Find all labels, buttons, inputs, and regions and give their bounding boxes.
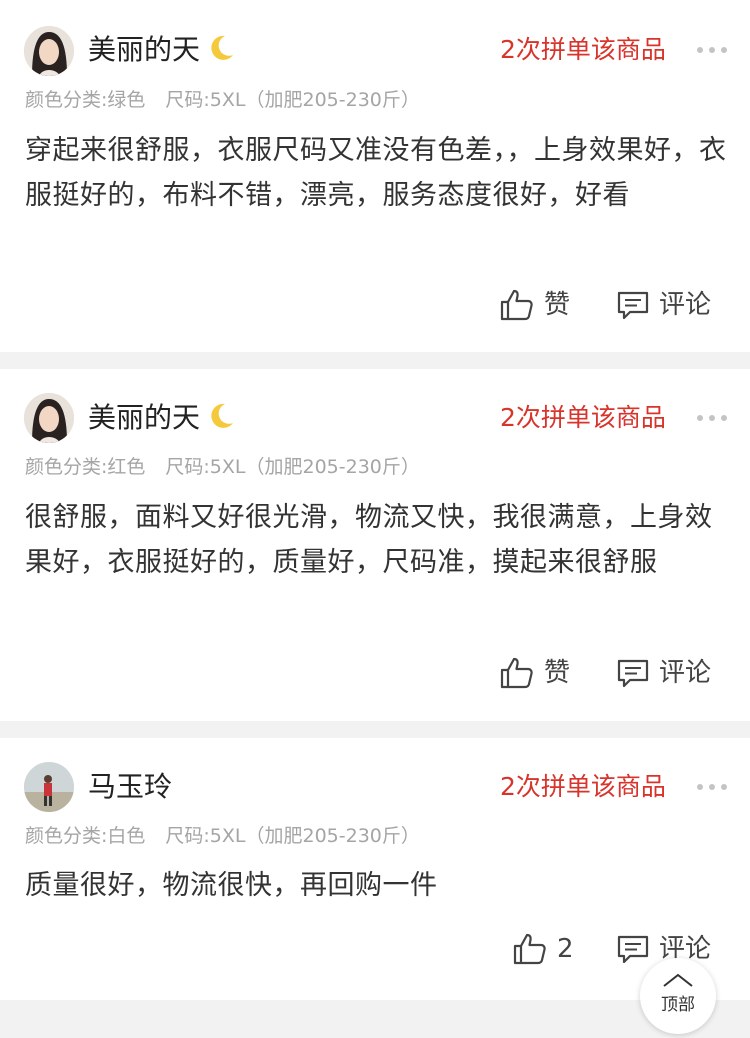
username[interactable]: 美丽的天: [88, 32, 236, 68]
thumbs-up-icon: [500, 289, 533, 321]
sku-color: 颜色分类:绿色: [25, 89, 146, 111]
username[interactable]: 美丽的天: [88, 400, 236, 436]
comment-button[interactable]: 评论: [617, 653, 711, 693]
avatar[interactable]: [24, 393, 74, 443]
moon-icon: [211, 35, 234, 60]
review-text: 质量很好，物流很快，再回购一件: [25, 870, 438, 901]
review-text: 很舒服，面料又好很光滑，物流又快，我很满意，上身效果好，衣服挺好的，质量好，尺码…: [25, 502, 713, 578]
sku-color: 颜色分类:白色: [25, 825, 146, 847]
sku-color: 颜色分类:红色: [25, 456, 146, 478]
like-button[interactable]: 2: [513, 929, 574, 969]
sku-size: 尺码:5XL（加肥205-230斤）: [165, 825, 420, 847]
back-to-top-label: 顶部: [661, 995, 695, 1015]
username-text: 美丽的天: [88, 401, 201, 434]
reviews-page: 美丽的天 2次拼单该商品 颜色分类:绿色 尺码:5XL（加肥205-230斤） 穿…: [0, 0, 750, 1038]
avatar[interactable]: [24, 762, 74, 812]
comment-button[interactable]: 评论: [617, 285, 711, 325]
repurchase-badge: 2次拼单该商品: [500, 772, 666, 801]
like-button[interactable]: 赞: [500, 285, 570, 325]
repurchase-badge: 2次拼单该商品: [500, 403, 666, 432]
comment-label: 评论: [659, 658, 712, 688]
sku-size: 尺码:5XL（加肥205-230斤）: [165, 89, 420, 111]
review-card: 美丽的天 2次拼单该商品 颜色分类:红色 尺码:5XL（加肥205-230斤） 很…: [0, 369, 750, 721]
avatar[interactable]: [24, 26, 74, 76]
more-icon[interactable]: [697, 413, 727, 423]
sku-size: 尺码:5XL（加肥205-230斤）: [165, 456, 420, 478]
more-icon[interactable]: [697, 45, 727, 55]
review-card: 马玉玲 2次拼单该商品 颜色分类:白色 尺码:5XL（加肥205-230斤） 质量…: [0, 738, 750, 1000]
like-button[interactable]: 赞: [500, 653, 570, 693]
sku-info: 颜色分类:红色 尺码:5XL（加肥205-230斤）: [25, 453, 420, 481]
back-to-top-button[interactable]: 顶部: [640, 958, 716, 1034]
moon-icon: [211, 403, 234, 428]
sku-info: 颜色分类:白色 尺码:5XL（加肥205-230斤）: [25, 822, 420, 850]
comment-icon: [617, 659, 649, 688]
thumbs-up-icon: [513, 933, 546, 965]
thumbs-up-icon: [500, 657, 533, 689]
comment-icon: [617, 291, 649, 320]
more-icon[interactable]: [697, 782, 727, 792]
like-label: 赞: [544, 290, 571, 320]
repurchase-badge: 2次拼单该商品: [500, 35, 666, 64]
comment-icon: [617, 935, 649, 964]
comment-label: 评论: [659, 290, 712, 320]
sku-info: 颜色分类:绿色 尺码:5XL（加肥205-230斤）: [25, 86, 420, 114]
review-text: 穿起来很舒服，衣服尺码又准没有色差，，上身效果好，衣服挺好的，布料不错，漂亮，服…: [25, 135, 727, 211]
like-count: 2: [557, 934, 574, 964]
review-card: 美丽的天 2次拼单该商品 颜色分类:绿色 尺码:5XL（加肥205-230斤） 穿…: [0, 0, 750, 352]
username-text: 美丽的天: [88, 33, 201, 66]
like-label: 赞: [544, 658, 571, 688]
username[interactable]: 马玉玲: [88, 769, 172, 805]
arrow-up-icon: [663, 973, 693, 987]
